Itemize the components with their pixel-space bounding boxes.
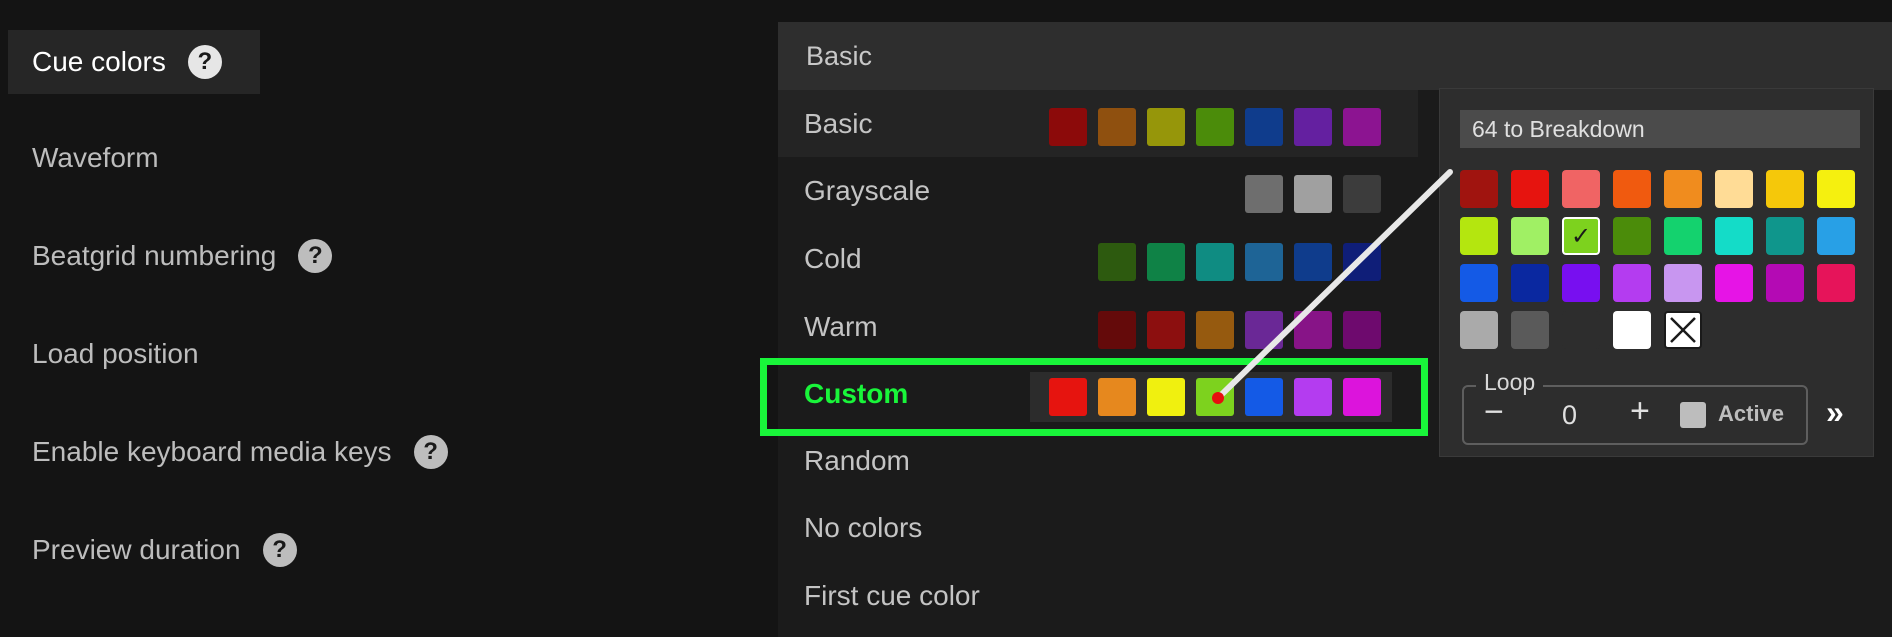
option-warm[interactable]: Warm (778, 293, 1418, 360)
color-cell[interactable] (1562, 311, 1600, 349)
color-cell[interactable] (1613, 311, 1651, 349)
cue-name-field[interactable]: 64 to Breakdown (1460, 110, 1860, 148)
option-cold[interactable]: Cold (778, 225, 1418, 292)
color-cell[interactable] (1613, 170, 1651, 208)
loop-value: 0 (1562, 400, 1578, 430)
color-swatch (1294, 175, 1332, 213)
color-swatch (1343, 175, 1381, 213)
color-swatch (1196, 311, 1234, 349)
color-cell[interactable] (1613, 264, 1651, 302)
setting-label: Waveform (32, 142, 159, 173)
color-swatch (1098, 311, 1136, 349)
option-grayscale[interactable]: Grayscale (778, 157, 1418, 224)
color-swatch (1147, 243, 1185, 281)
help-icon[interactable]: ? (262, 533, 297, 567)
setting-label: Beatgrid numbering (32, 240, 277, 271)
setting-cue-colors[interactable]: Cue colors ? (8, 30, 260, 94)
loop-minus-button[interactable]: − (1484, 395, 1504, 429)
color-cell[interactable] (1715, 170, 1753, 208)
color-cell[interactable] (1562, 170, 1600, 208)
color-cell[interactable] (1511, 311, 1549, 349)
color-swatch (1098, 243, 1136, 281)
option-label: Warm (804, 310, 878, 342)
option-first-cue-color[interactable]: First cue color (778, 562, 1418, 629)
option-label: Grayscale (804, 174, 931, 206)
dropdown-selected-value[interactable]: Basic (778, 22, 1892, 90)
color-cell[interactable] (1511, 264, 1549, 302)
color-swatch (1343, 311, 1381, 349)
setting-beatgrid-numbering[interactable]: Beatgrid numbering ? (8, 224, 333, 288)
active-label: Active (1718, 401, 1785, 426)
color-cell[interactable]: ✓ (1562, 217, 1600, 255)
help-icon[interactable]: ? (187, 45, 222, 79)
option-label: No colors (804, 511, 923, 543)
color-cell[interactable] (1817, 264, 1855, 302)
help-icon[interactable]: ? (413, 435, 448, 469)
settings-list: Cue colors ? Waveform Beatgrid numbering… (0, 0, 560, 637)
color-swatch (1049, 108, 1087, 146)
color-cell[interactable] (1664, 264, 1702, 302)
loop-plus-button[interactable]: + (1630, 394, 1650, 428)
color-cell[interactable] (1766, 170, 1804, 208)
help-icon[interactable]: ? (298, 239, 333, 273)
setting-preview-duration[interactable]: Preview duration ? (8, 518, 297, 582)
color-cell[interactable] (1460, 170, 1498, 208)
color-cell[interactable] (1817, 170, 1855, 208)
loop-label: Loop (1476, 369, 1544, 396)
setting-waveform[interactable]: Waveform (8, 126, 159, 190)
option-random[interactable]: Random (778, 427, 1418, 494)
color-cell[interactable] (1664, 217, 1702, 255)
setting-label: Load position (32, 338, 199, 369)
option-basic[interactable]: Basic (778, 90, 1418, 157)
color-cell[interactable] (1511, 217, 1549, 255)
option-label: Basic (804, 107, 873, 139)
color-swatch (1245, 311, 1283, 349)
color-cell[interactable] (1766, 264, 1804, 302)
x-icon[interactable] (1664, 311, 1702, 349)
color-cell[interactable] (1613, 217, 1651, 255)
swatch-row (1098, 243, 1381, 281)
option-label: Random (804, 444, 910, 476)
color-picker-popup: 64 to Breakdown ✓ Loop − 0 + Active » (1439, 88, 1874, 457)
color-swatch (1245, 175, 1283, 213)
color-swatch (1147, 108, 1185, 146)
color-cell[interactable] (1766, 217, 1804, 255)
next-cue-icon[interactable]: » (1826, 394, 1844, 431)
swatch-row (1245, 175, 1381, 213)
check-icon: ✓ (1570, 222, 1592, 250)
color-cell[interactable] (1715, 264, 1753, 302)
swatch-row (1049, 108, 1381, 146)
color-swatch (1098, 108, 1136, 146)
color-cell[interactable] (1715, 217, 1753, 255)
setting-label: Cue colors (32, 46, 166, 77)
setting-keyboard-media-keys[interactable]: Enable keyboard media keys ? (8, 420, 448, 484)
color-swatch (1196, 243, 1234, 281)
color-swatch (1294, 311, 1332, 349)
active-checkbox[interactable] (1680, 402, 1706, 428)
color-cell[interactable] (1460, 264, 1498, 302)
option-label: Cold (804, 242, 862, 274)
color-cell[interactable] (1460, 311, 1498, 349)
color-swatch (1294, 243, 1332, 281)
color-swatch (1343, 108, 1381, 146)
option-label: First cue color (804, 579, 980, 611)
color-swatch (1245, 243, 1283, 281)
color-cell[interactable] (1664, 170, 1702, 208)
color-cell[interactable] (1562, 264, 1600, 302)
color-swatch (1245, 108, 1283, 146)
color-swatch (1343, 243, 1381, 281)
setting-label: Preview duration (32, 534, 241, 565)
color-swatch (1196, 108, 1234, 146)
color-swatch (1294, 108, 1332, 146)
color-cell[interactable] (1460, 217, 1498, 255)
color-cell[interactable] (1511, 170, 1549, 208)
setting-load-position[interactable]: Load position (8, 322, 199, 386)
custom-highlight-box (760, 358, 1428, 436)
color-grid: ✓ (1460, 170, 1855, 349)
swatch-row (1098, 311, 1381, 349)
setting-label: Enable keyboard media keys (32, 436, 392, 467)
color-swatch (1147, 311, 1185, 349)
option-no-colors[interactable]: No colors (778, 494, 1418, 561)
color-cell[interactable] (1817, 217, 1855, 255)
